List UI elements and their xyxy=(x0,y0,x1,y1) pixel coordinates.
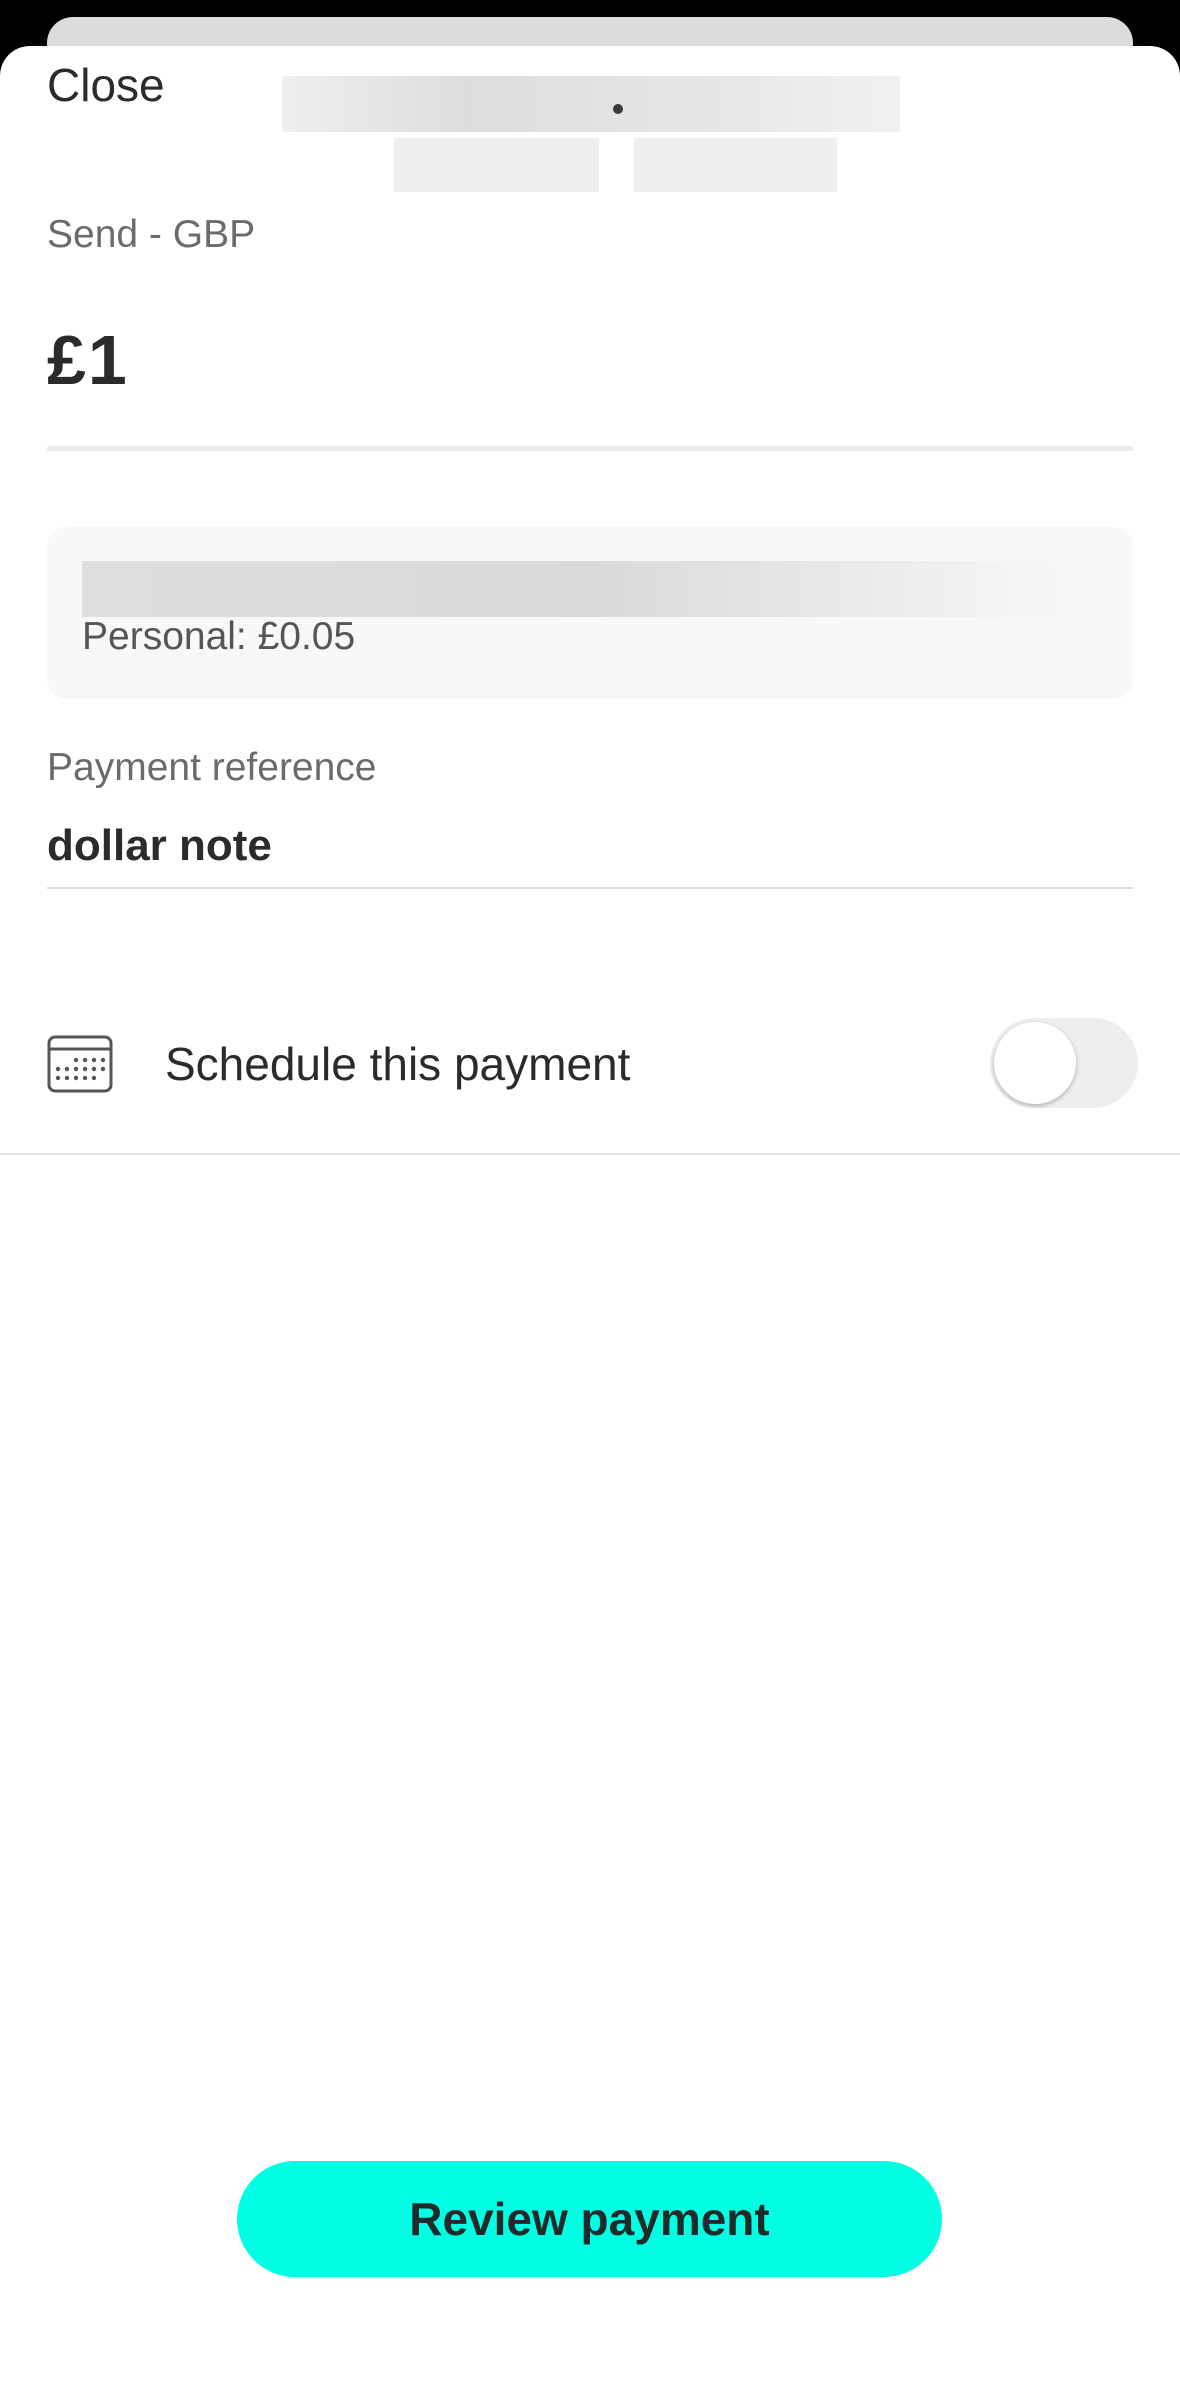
review-payment-button[interactable]: Review payment xyxy=(237,2161,942,2277)
close-button[interactable]: Close xyxy=(47,58,165,112)
separator-dot xyxy=(613,104,623,114)
recipient-account-redacted xyxy=(634,138,837,192)
recipient-detail-redacted xyxy=(394,138,599,192)
fee-amount: Personal: £0.05 xyxy=(82,615,356,658)
calendar-icon xyxy=(47,1035,113,1093)
fee-title-redacted xyxy=(82,561,1102,617)
amount-input[interactable]: £1 xyxy=(47,325,129,395)
amount-underline xyxy=(47,446,1133,451)
recipient-name-redacted xyxy=(282,76,900,132)
section-divider xyxy=(0,1153,1180,1155)
schedule-payment-label: Schedule this payment xyxy=(165,1038,631,1090)
payment-sheet xyxy=(0,46,1180,2396)
payment-reference-label: Payment reference xyxy=(47,746,377,789)
toggle-knob xyxy=(994,1022,1076,1104)
schedule-payment-row[interactable]: Schedule this payment xyxy=(0,1000,1180,1130)
reference-underline xyxy=(47,887,1133,889)
payment-reference-input[interactable]: dollar note xyxy=(47,821,272,871)
schedule-toggle[interactable] xyxy=(990,1018,1138,1108)
send-currency-label: Send - GBP xyxy=(47,213,256,256)
